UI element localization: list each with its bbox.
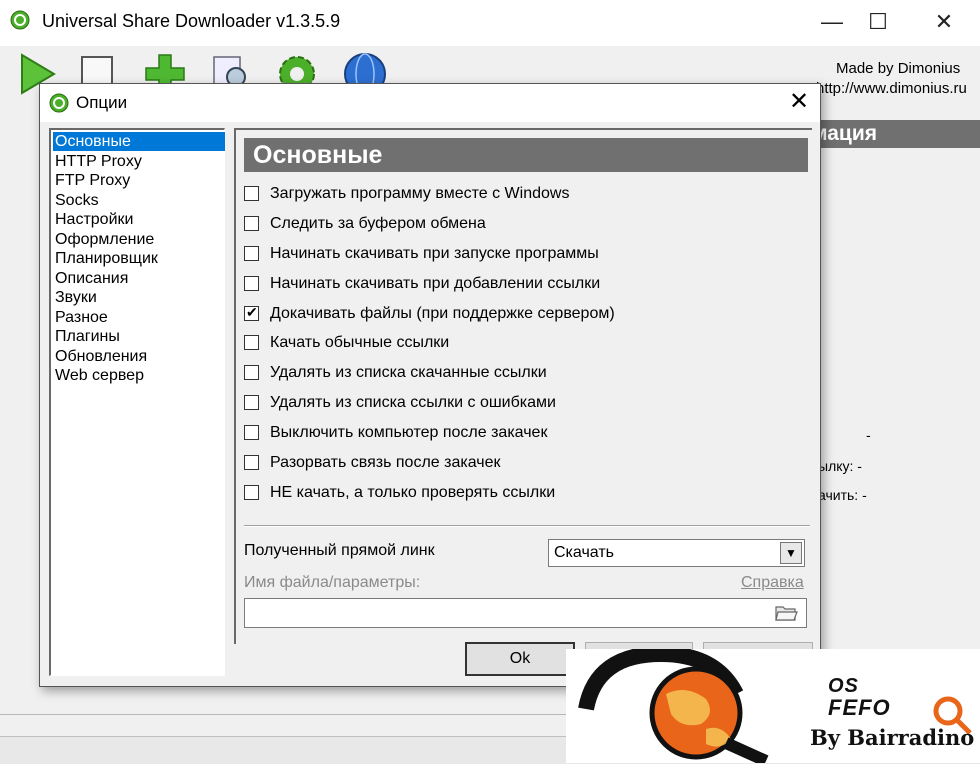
info-header: мация [812, 120, 980, 148]
checkbox[interactable] [244, 485, 259, 500]
direct-link-value: Скачать [554, 544, 614, 561]
option-label: НЕ качать, а только проверять ссылки [270, 484, 556, 501]
checkbox-checked[interactable] [244, 304, 259, 321]
options-content-panel: Основные Загружать программу вместе с Wi… [234, 128, 812, 644]
filename-input[interactable] [244, 598, 807, 628]
usd-app-icon [10, 10, 30, 30]
usd-app-icon [49, 93, 69, 113]
info-line: - [866, 427, 871, 443]
close-button[interactable]: ✕ [920, 0, 968, 46]
nav-item-settings[interactable]: Настройки [53, 210, 225, 229]
options-nav-list: Основные HTTP Proxy FTP Proxy Socks Наст… [49, 128, 225, 676]
option-label: Начинать скачивать при добавлении ссылки [270, 275, 601, 292]
option-label: Выключить компьютер после закачек [270, 424, 548, 441]
nav-item-descriptions[interactable]: Описания [53, 269, 225, 288]
maximize-button[interactable]: ☐ [854, 0, 902, 46]
options-dialog: Опции ✕ Основные HTTP Proxy FTP Proxy So… [39, 83, 821, 687]
checkbox[interactable] [244, 365, 259, 380]
site-url-link[interactable]: http://www.dimonius.ru [816, 80, 967, 97]
watermark: OS FEFO By Bairradino [566, 649, 980, 763]
help-link[interactable]: Справка [741, 574, 804, 592]
dialog-titlebar: Опции ✕ [40, 84, 820, 122]
nav-item-basic[interactable]: Основные [53, 132, 225, 151]
checkbox[interactable] [244, 455, 259, 470]
nav-item-socks[interactable]: Socks [53, 191, 225, 210]
folder-open-icon[interactable] [774, 601, 798, 623]
option-label: Качать обычные ссылки [270, 334, 450, 351]
ok-button[interactable]: Ok [465, 642, 575, 676]
nav-item-plugins[interactable]: Плагины [53, 327, 225, 346]
nav-item-web-server[interactable]: Web сервер [53, 366, 225, 385]
main-titlebar: Universal Share Downloader v1.3.5.9 — ☐ … [0, 0, 980, 46]
option-label: Следить за буфером обмена [270, 215, 486, 232]
option-label: Начинать скачивать при запуске программы [270, 245, 599, 262]
checkbox[interactable] [244, 276, 259, 291]
checkbox[interactable] [244, 335, 259, 350]
filename-label: Имя файла/параметры: [244, 574, 421, 591]
direct-link-select[interactable]: Скачать ▼ [548, 539, 805, 567]
nav-item-ftp-proxy[interactable]: FTP Proxy [53, 171, 225, 190]
direct-link-label: Полученный прямой линк [244, 542, 435, 559]
nav-item-updates[interactable]: Обновления [53, 347, 225, 366]
made-by-label: Made by Dimonius [836, 60, 961, 77]
nav-item-sounds[interactable]: Звуки [53, 288, 225, 307]
option-label: Загружать программу вместе с Windows [270, 185, 570, 202]
info-line: ачить: - [818, 487, 867, 503]
checkbox[interactable] [244, 395, 259, 410]
info-line: ылку: - [818, 458, 862, 474]
divider [244, 525, 810, 527]
dialog-close-button[interactable]: ✕ [784, 86, 814, 118]
dialog-title: Опции [76, 93, 128, 112]
checkbox[interactable] [244, 216, 259, 231]
nav-item-http-proxy[interactable]: HTTP Proxy [53, 152, 225, 171]
checkbox[interactable] [244, 246, 259, 261]
app-title: Universal Share Downloader v1.3.5.9 [42, 11, 341, 31]
option-label: Удалять из списка скачанные ссылки [270, 364, 547, 381]
nav-item-scheduler[interactable]: Планировщик [53, 249, 225, 268]
nav-item-misc[interactable]: Разное [53, 308, 225, 327]
section-title: Основные [244, 138, 808, 172]
nav-item-appearance[interactable]: Оформление [53, 230, 225, 249]
minimize-button[interactable]: — [808, 0, 856, 46]
checkbox[interactable] [244, 425, 259, 440]
watermark-brand-bottom: FEFO [828, 695, 891, 720]
checkbox[interactable] [244, 186, 259, 201]
chevron-down-icon[interactable]: ▼ [780, 542, 802, 564]
watermark-credit: By Bairradino [810, 725, 975, 750]
option-label: Разорвать связь после закачек [270, 454, 501, 471]
option-label: Докачивать файлы (при поддержке сервером… [270, 305, 615, 322]
option-label: Удалять из списка ссылки с ошибками [270, 394, 556, 411]
